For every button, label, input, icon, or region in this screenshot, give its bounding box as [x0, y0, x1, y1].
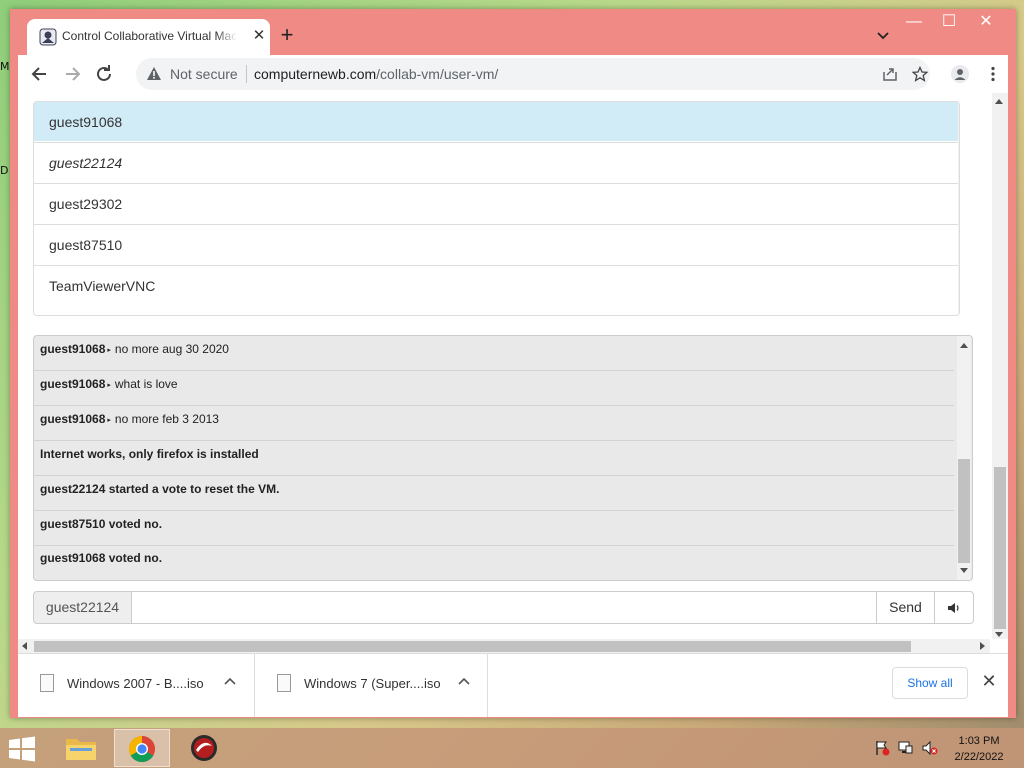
- show-all-button[interactable]: Show all: [892, 667, 968, 699]
- tab-close-icon[interactable]: ✕: [249, 26, 269, 46]
- horizontal-scroll-thumb[interactable]: [34, 641, 911, 652]
- system-message: guest87510 voted no.: [34, 511, 954, 546]
- taskbar: 1:03 PM 2/22/2022: [0, 728, 1024, 768]
- chrome-taskbar-button[interactable]: [114, 729, 170, 767]
- forward-arrow-icon[interactable]: [58, 61, 86, 87]
- clock-time: 1:03 PM: [958, 735, 1000, 747]
- close-shelf-icon[interactable]: ✕: [980, 672, 998, 690]
- file-explorer-taskbar-button[interactable]: [53, 729, 109, 767]
- network-icon[interactable]: [898, 740, 914, 756]
- maximize-button[interactable]: ☐: [931, 11, 967, 35]
- online-users-list: guest91068 guest22124 guest29302 guest87…: [33, 101, 960, 316]
- address-bar[interactable]: Not secure computernewb.com/collab-vm/us…: [136, 58, 930, 90]
- tab-collabvm[interactable]: Control Collaborative Virtual Machine ✕: [27, 19, 270, 55]
- chat-arrow-icon: ▸: [107, 417, 111, 424]
- omnibox-separator: [246, 65, 247, 83]
- url-path: /collab-vm/user-vm/: [376, 66, 499, 82]
- system-message: Internet works, only firefox is installe…: [34, 441, 954, 476]
- chat-text: what is love: [114, 377, 178, 391]
- user-item[interactable]: TeamViewerVNC: [34, 265, 958, 305]
- page-scroll-thumb[interactable]: [994, 467, 1006, 629]
- bookmark-star-icon[interactable]: [912, 66, 928, 82]
- tab-title: Control Collaborative Virtual Machine: [62, 29, 237, 43]
- desktop-icon-label[interactable]: M: [0, 60, 10, 73]
- chevron-up-icon[interactable]: [222, 674, 238, 690]
- scroll-down-icon[interactable]: [995, 632, 1003, 637]
- chrome-icon: [128, 735, 155, 763]
- file-icon: [277, 674, 291, 692]
- tab-search-chevron-icon[interactable]: [875, 27, 891, 43]
- minimize-button[interactable]: —: [896, 11, 932, 35]
- system-message: guest22124 started a vote to reset the V…: [34, 476, 954, 511]
- download-filename: Windows 7 (Super....iso: [304, 676, 441, 691]
- chat-username[interactable]: guest91068: [40, 342, 105, 356]
- scroll-left-icon[interactable]: [22, 642, 27, 650]
- menu-kebab-icon[interactable]: [984, 65, 1002, 83]
- chat-username[interactable]: guest91068: [40, 377, 105, 391]
- back-arrow-icon[interactable]: [26, 61, 54, 87]
- speaker-icon: [948, 603, 959, 613]
- download-item[interactable]: Windows 2007 - B....iso: [18, 654, 255, 717]
- close-window-button[interactable]: ✕: [968, 11, 1004, 35]
- chat-text: no more feb 3 2013: [114, 412, 219, 426]
- file-icon: [40, 674, 54, 692]
- chat-message: guest91068 ▸ no more feb 3 2013: [34, 406, 954, 441]
- windows-start-icon[interactable]: [8, 736, 36, 762]
- url-host: computernewb.com: [254, 66, 377, 82]
- chat-message: guest91068 ▸ no more aug 30 2020: [34, 336, 954, 371]
- red-swirl-app-icon: [191, 735, 217, 761]
- desktop-icon-label[interactable]: D: [0, 164, 8, 177]
- clock-date: 2/22/2022: [954, 751, 1004, 763]
- user-item[interactable]: guest22124: [34, 142, 958, 182]
- user-item[interactable]: guest87510: [34, 224, 958, 264]
- chat-username-label[interactable]: guest22124: [33, 591, 132, 624]
- new-tab-button[interactable]: +: [276, 24, 298, 47]
- not-secure-label[interactable]: Not secure: [170, 66, 238, 82]
- user-item[interactable]: guest91068: [34, 102, 958, 141]
- chat-input-group: guest22124 Send: [33, 591, 974, 624]
- speaker-muted-icon[interactable]: [922, 740, 938, 756]
- download-shelf: Windows 2007 - B....iso Windows 7 (Super…: [18, 653, 1008, 717]
- download-filename: Windows 2007 - B....iso: [67, 676, 204, 691]
- scroll-down-icon[interactable]: [960, 568, 968, 573]
- users-scrollbar[interactable]: [958, 102, 959, 315]
- folder-icon: [66, 739, 96, 760]
- tab-strip: Control Collaborative Virtual Machine ✕ …: [10, 9, 1016, 55]
- reload-icon[interactable]: [90, 61, 118, 87]
- system-clock[interactable]: 1:03 PM 2/22/2022: [944, 733, 1014, 765]
- profile-avatar-icon[interactable]: [951, 65, 969, 83]
- page-vertical-scrollbar[interactable]: [992, 93, 1008, 639]
- scroll-up-icon[interactable]: [960, 343, 968, 348]
- chat-scroll-thumb[interactable]: [958, 459, 970, 563]
- share-icon[interactable]: [882, 66, 898, 82]
- chat-username[interactable]: guest91068: [40, 412, 105, 426]
- chat-message: guest91068 ▸ what is love: [34, 371, 954, 406]
- action-center-flag-icon[interactable]: [874, 740, 890, 756]
- system-message: guest91068 voted no.: [40, 551, 163, 565]
- scroll-up-icon[interactable]: [995, 99, 1003, 104]
- chat-arrow-icon: ▸: [107, 382, 111, 389]
- send-button[interactable]: Send: [876, 591, 935, 624]
- chat-scrollbar[interactable]: [957, 336, 971, 580]
- download-item[interactable]: Windows 7 (Super....iso: [255, 654, 488, 717]
- chat-log: guest91068 ▸ no more aug 30 2020 guest9106…: [33, 335, 973, 581]
- chevron-up-icon[interactable]: [456, 674, 472, 690]
- url-text[interactable]: computernewb.com/collab-vm/user-vm/: [254, 66, 498, 82]
- user-item[interactable]: guest29302: [34, 183, 958, 223]
- scroll-right-icon[interactable]: [980, 642, 985, 650]
- volume-button[interactable]: [934, 591, 974, 624]
- browser-window: Control Collaborative Virtual Machine ✕ …: [10, 9, 1016, 718]
- chat-message-input[interactable]: [131, 591, 877, 624]
- chat-text: no more aug 30 2020: [114, 342, 229, 356]
- page-viewport: guest91068 guest22124 guest29302 guest87…: [18, 93, 1008, 653]
- page-horizontal-scrollbar[interactable]: [18, 639, 990, 653]
- app-taskbar-button[interactable]: [177, 729, 233, 767]
- warning-triangle-icon[interactable]: [146, 66, 162, 82]
- chat-arrow-icon: ▸: [107, 347, 111, 354]
- collabvm-favicon-icon: [39, 28, 57, 46]
- browser-toolbar: Not secure computernewb.com/collab-vm/us…: [18, 55, 1008, 93]
